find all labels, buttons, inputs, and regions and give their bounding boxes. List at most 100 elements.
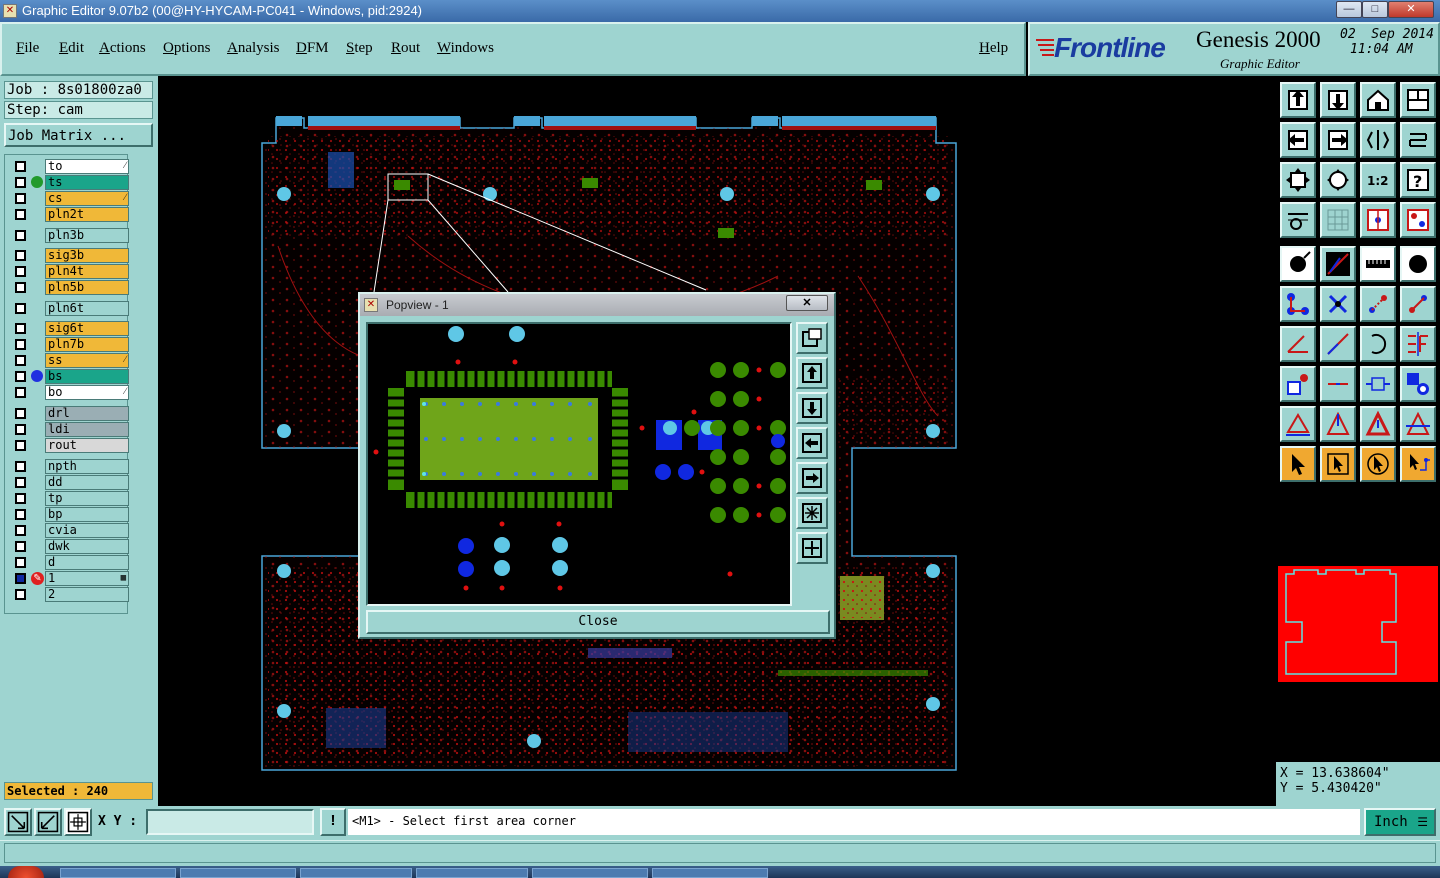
layer-checkbox[interactable] bbox=[15, 303, 26, 314]
angle-tool[interactable] bbox=[1280, 326, 1316, 362]
layer-row-bp[interactable]: bp bbox=[11, 507, 129, 522]
layer-row-bs[interactable]: bs bbox=[11, 369, 129, 384]
layer-checkbox[interactable] bbox=[15, 323, 26, 334]
mirror-tool[interactable] bbox=[1360, 122, 1396, 158]
popview-pan-left-button[interactable] bbox=[796, 427, 828, 459]
layer-checkbox[interactable] bbox=[15, 461, 26, 472]
grid-tool[interactable] bbox=[1320, 202, 1356, 238]
layer-name[interactable]: cs ⁄ bbox=[45, 191, 129, 206]
minimize-button[interactable]: — bbox=[1336, 1, 1362, 18]
align-tool[interactable] bbox=[1400, 326, 1436, 362]
layer-name[interactable]: 2 bbox=[45, 587, 129, 602]
layer-name[interactable]: pln3b bbox=[45, 228, 129, 243]
maximize-button[interactable]: □ bbox=[1362, 1, 1388, 18]
snap-tool[interactable] bbox=[1360, 202, 1396, 238]
polygon-alt-tool[interactable] bbox=[1400, 406, 1436, 442]
layer-row-pln3b[interactable]: pln3b bbox=[11, 228, 129, 243]
layer-name[interactable]: sig3b bbox=[45, 248, 129, 263]
menu-actions[interactable]: Actions bbox=[99, 40, 146, 57]
layer-name[interactable]: ldi bbox=[45, 422, 129, 437]
pads-to-surface-tool[interactable] bbox=[1400, 366, 1436, 402]
polygon-tool[interactable] bbox=[1360, 406, 1396, 442]
split-line-tool[interactable] bbox=[1320, 366, 1356, 402]
menu-help[interactable]: Help bbox=[979, 40, 1008, 57]
menu-rout[interactable]: Rout bbox=[391, 40, 420, 57]
menu-options[interactable]: Options bbox=[163, 40, 211, 57]
layer-checkbox[interactable] bbox=[15, 589, 26, 600]
taskbar-item-4[interactable] bbox=[416, 868, 528, 878]
layer-checkbox[interactable] bbox=[15, 424, 26, 435]
layer-checkbox[interactable] bbox=[15, 161, 26, 172]
layer-checkbox[interactable] bbox=[15, 339, 26, 350]
select-box-tool[interactable] bbox=[1320, 446, 1356, 482]
layer-row-pln2t[interactable]: pln2t bbox=[11, 207, 129, 222]
layer-checkbox[interactable] bbox=[15, 355, 26, 366]
layer-checkbox[interactable] bbox=[15, 573, 26, 584]
delete-tool[interactable] bbox=[1320, 286, 1356, 322]
popview-pan-up-button[interactable] bbox=[796, 357, 828, 389]
units-selector[interactable]: Inch ☰ bbox=[1364, 808, 1436, 836]
layer-name[interactable]: rout bbox=[45, 438, 129, 453]
home-view-tool[interactable] bbox=[1360, 82, 1396, 118]
slope-tool[interactable] bbox=[1320, 326, 1356, 362]
layer-checkbox[interactable] bbox=[15, 557, 26, 568]
redraw-tool[interactable] bbox=[1400, 122, 1436, 158]
layer-name[interactable]: ts bbox=[45, 175, 129, 190]
popview-zoom-in-button[interactable] bbox=[796, 497, 828, 529]
measure-point-tool[interactable] bbox=[34, 808, 62, 836]
layer-row-sig3b[interactable]: sig3b bbox=[11, 248, 129, 263]
pan-down-tool[interactable] bbox=[1320, 82, 1356, 118]
layer-checkbox[interactable] bbox=[15, 509, 26, 520]
layer-checkbox[interactable] bbox=[15, 408, 26, 419]
layer-row-1[interactable]: ✎ 1 ▦ bbox=[11, 571, 129, 586]
taskbar-item-5[interactable] bbox=[532, 868, 648, 878]
add-pad-tool[interactable] bbox=[1280, 246, 1316, 282]
layer-row-drl[interactable]: drl bbox=[11, 406, 129, 421]
taskbar-item-2[interactable] bbox=[180, 868, 296, 878]
layer-row-cs[interactable]: cs ⁄ bbox=[11, 191, 129, 206]
measure-tool[interactable] bbox=[1280, 202, 1316, 238]
split-view-tool[interactable] bbox=[1400, 82, 1436, 118]
layer-name[interactable]: to ⁄ bbox=[45, 159, 129, 174]
layer-name[interactable]: ss ⁄ bbox=[45, 353, 129, 368]
copy-tool[interactable] bbox=[1400, 286, 1436, 322]
pan-right-tool[interactable] bbox=[1320, 122, 1356, 158]
layer-name[interactable]: pln6t bbox=[45, 301, 129, 316]
menu-edit[interactable]: Edit bbox=[59, 40, 84, 57]
arc-tool[interactable] bbox=[1360, 326, 1396, 362]
popview-close-button[interactable]: Close bbox=[366, 610, 830, 634]
layer-name[interactable]: cvia bbox=[45, 523, 129, 538]
layer-row-pln7b[interactable]: pln7b bbox=[11, 337, 129, 352]
layer-checkbox[interactable] bbox=[15, 209, 26, 220]
menu-step[interactable]: Step bbox=[346, 40, 373, 57]
layer-checkbox[interactable] bbox=[15, 250, 26, 261]
ruler-tool[interactable] bbox=[1360, 246, 1396, 282]
move-tool[interactable] bbox=[1360, 286, 1396, 322]
popview-window[interactable]: Popview - 1 ✕ ✕ Close bbox=[358, 292, 836, 639]
help-tool[interactable]: ? bbox=[1400, 162, 1436, 198]
layer-row-tp[interactable]: tp bbox=[11, 491, 129, 506]
layer-checkbox[interactable] bbox=[15, 541, 26, 552]
add-circle-tool[interactable] bbox=[1400, 246, 1436, 282]
select-circle-tool[interactable] bbox=[1360, 446, 1396, 482]
close-window-button[interactable]: ✕ bbox=[1388, 1, 1434, 18]
popview-zoom-out-button[interactable] bbox=[796, 532, 828, 564]
layer-name[interactable]: bo ⁄ bbox=[45, 385, 129, 400]
layer-row-pln6t[interactable]: pln6t bbox=[11, 301, 129, 316]
popview-zoom-canvas[interactable] bbox=[366, 322, 792, 606]
layer-row-ldi[interactable]: ldi bbox=[11, 422, 129, 437]
board-overview[interactable] bbox=[1278, 566, 1438, 682]
layer-name[interactable]: drl bbox=[45, 406, 129, 421]
layer-row-ts[interactable]: ts bbox=[11, 175, 129, 190]
add-line-tool[interactable] bbox=[1320, 246, 1356, 282]
menu-windows[interactable]: Windows bbox=[437, 40, 494, 57]
pan-up-tool[interactable] bbox=[1280, 82, 1316, 118]
layer-checkbox[interactable] bbox=[15, 525, 26, 536]
layer-name[interactable]: pln5b bbox=[45, 280, 129, 295]
layer-row-2[interactable]: 2 bbox=[11, 587, 129, 602]
layer-name[interactable]: pln4t bbox=[45, 264, 129, 279]
xy-input[interactable] bbox=[146, 809, 314, 835]
layer-name[interactable]: pln7b bbox=[45, 337, 129, 352]
layer-row-pln5b[interactable]: pln5b bbox=[11, 280, 129, 295]
layer-name[interactable]: npth bbox=[45, 459, 129, 474]
